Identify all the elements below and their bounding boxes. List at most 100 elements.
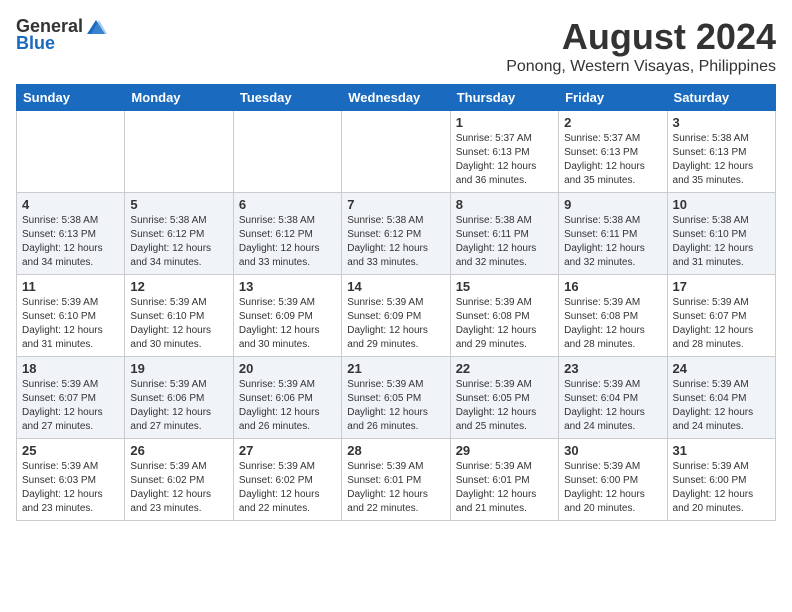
logo: General Blue bbox=[16, 16, 107, 54]
calendar-cell: 2 Sunrise: 5:37 AM Sunset: 6:13 PM Daylig… bbox=[559, 111, 667, 193]
calendar-cell: 3 Sunrise: 5:38 AM Sunset: 6:13 PM Daylig… bbox=[667, 111, 775, 193]
day-detail: Sunrise: 5:37 AM Sunset: 6:13 PM Dayligh… bbox=[564, 132, 661, 188]
calendar-header-saturday: Saturday bbox=[667, 85, 775, 111]
calendar-cell bbox=[125, 111, 233, 193]
calendar-cell: 16 Sunrise: 5:39 AM Sunset: 6:08 PM Dayli… bbox=[559, 275, 667, 357]
calendar-cell: 8 Sunrise: 5:38 AM Sunset: 6:11 PM Daylig… bbox=[450, 193, 558, 275]
calendar-cell: 25 Sunrise: 5:39 AM Sunset: 6:03 PM Dayli… bbox=[17, 439, 125, 521]
day-detail: Sunrise: 5:39 AM Sunset: 6:01 PM Dayligh… bbox=[347, 460, 444, 516]
calendar-cell: 1 Sunrise: 5:37 AM Sunset: 6:13 PM Daylig… bbox=[450, 111, 558, 193]
day-detail: Sunrise: 5:38 AM Sunset: 6:11 PM Dayligh… bbox=[456, 214, 553, 270]
calendar-cell: 27 Sunrise: 5:39 AM Sunset: 6:02 PM Dayli… bbox=[233, 439, 341, 521]
day-detail: Sunrise: 5:39 AM Sunset: 6:04 PM Dayligh… bbox=[673, 378, 770, 434]
month-title: August 2024 bbox=[506, 16, 776, 58]
day-number: 16 bbox=[564, 279, 661, 294]
day-detail: Sunrise: 5:38 AM Sunset: 6:12 PM Dayligh… bbox=[130, 214, 227, 270]
day-detail: Sunrise: 5:38 AM Sunset: 6:13 PM Dayligh… bbox=[673, 132, 770, 188]
day-number: 1 bbox=[456, 115, 553, 130]
calendar-cell: 4 Sunrise: 5:38 AM Sunset: 6:13 PM Daylig… bbox=[17, 193, 125, 275]
day-number: 28 bbox=[347, 443, 444, 458]
calendar-header-sunday: Sunday bbox=[17, 85, 125, 111]
day-detail: Sunrise: 5:39 AM Sunset: 6:10 PM Dayligh… bbox=[22, 296, 119, 352]
day-number: 8 bbox=[456, 197, 553, 212]
day-number: 31 bbox=[673, 443, 770, 458]
calendar-cell bbox=[17, 111, 125, 193]
day-number: 12 bbox=[130, 279, 227, 294]
day-number: 25 bbox=[22, 443, 119, 458]
day-number: 14 bbox=[347, 279, 444, 294]
day-number: 5 bbox=[130, 197, 227, 212]
day-detail: Sunrise: 5:39 AM Sunset: 6:02 PM Dayligh… bbox=[239, 460, 336, 516]
calendar-header-tuesday: Tuesday bbox=[233, 85, 341, 111]
logo-icon bbox=[85, 18, 107, 36]
day-detail: Sunrise: 5:37 AM Sunset: 6:13 PM Dayligh… bbox=[456, 132, 553, 188]
day-number: 23 bbox=[564, 361, 661, 376]
day-number: 26 bbox=[130, 443, 227, 458]
day-detail: Sunrise: 5:38 AM Sunset: 6:10 PM Dayligh… bbox=[673, 214, 770, 270]
calendar-cell: 7Sunrise: 5:38 AM Sunset: 6:12 PM Daylig… bbox=[342, 193, 450, 275]
day-detail: Sunrise: 5:39 AM Sunset: 6:09 PM Dayligh… bbox=[239, 296, 336, 352]
day-detail: Sunrise: 5:39 AM Sunset: 6:06 PM Dayligh… bbox=[239, 378, 336, 434]
calendar-cell: 24 Sunrise: 5:39 AM Sunset: 6:04 PM Dayli… bbox=[667, 357, 775, 439]
calendar: SundayMondayTuesdayWednesdayThursdayFrid… bbox=[16, 84, 776, 521]
day-number: 21 bbox=[347, 361, 444, 376]
day-number: 20 bbox=[239, 361, 336, 376]
calendar-cell: 22Sunrise: 5:39 AM Sunset: 6:05 PM Dayli… bbox=[450, 357, 558, 439]
calendar-cell: 14Sunrise: 5:39 AM Sunset: 6:09 PM Dayli… bbox=[342, 275, 450, 357]
calendar-cell: 19Sunrise: 5:39 AM Sunset: 6:06 PM Dayli… bbox=[125, 357, 233, 439]
day-number: 6 bbox=[239, 197, 336, 212]
day-number: 9 bbox=[564, 197, 661, 212]
day-detail: Sunrise: 5:38 AM Sunset: 6:13 PM Dayligh… bbox=[22, 214, 119, 270]
day-detail: Sunrise: 5:39 AM Sunset: 6:07 PM Dayligh… bbox=[22, 378, 119, 434]
calendar-cell: 15 Sunrise: 5:39 AM Sunset: 6:08 PM Dayli… bbox=[450, 275, 558, 357]
day-detail: Sunrise: 5:39 AM Sunset: 6:01 PM Dayligh… bbox=[456, 460, 553, 516]
title-area: August 2024 Ponong, Western Visayas, Phi… bbox=[506, 16, 776, 76]
calendar-week-row: 4 Sunrise: 5:38 AM Sunset: 6:13 PM Daylig… bbox=[17, 193, 776, 275]
calendar-cell: 23 Sunrise: 5:39 AM Sunset: 6:04 PM Dayli… bbox=[559, 357, 667, 439]
calendar-cell: 31 Sunrise: 5:39 AM Sunset: 6:00 PM Dayli… bbox=[667, 439, 775, 521]
calendar-cell: 20 Sunrise: 5:39 AM Sunset: 6:06 PM Dayli… bbox=[233, 357, 341, 439]
day-number: 11 bbox=[22, 279, 119, 294]
day-number: 10 bbox=[673, 197, 770, 212]
day-number: 29 bbox=[456, 443, 553, 458]
calendar-cell: 13Sunrise: 5:39 AM Sunset: 6:09 PM Dayli… bbox=[233, 275, 341, 357]
day-detail: Sunrise: 5:39 AM Sunset: 6:07 PM Dayligh… bbox=[673, 296, 770, 352]
day-number: 3 bbox=[673, 115, 770, 130]
calendar-header-monday: Monday bbox=[125, 85, 233, 111]
day-number: 24 bbox=[673, 361, 770, 376]
day-number: 2 bbox=[564, 115, 661, 130]
calendar-week-row: 25 Sunrise: 5:39 AM Sunset: 6:03 PM Dayli… bbox=[17, 439, 776, 521]
calendar-week-row: 18 Sunrise: 5:39 AM Sunset: 6:07 PM Dayli… bbox=[17, 357, 776, 439]
calendar-cell: 9 Sunrise: 5:38 AM Sunset: 6:11 PM Daylig… bbox=[559, 193, 667, 275]
calendar-cell bbox=[233, 111, 341, 193]
day-detail: Sunrise: 5:39 AM Sunset: 6:05 PM Dayligh… bbox=[347, 378, 444, 434]
day-number: 27 bbox=[239, 443, 336, 458]
day-detail: Sunrise: 5:39 AM Sunset: 6:08 PM Dayligh… bbox=[456, 296, 553, 352]
day-number: 17 bbox=[673, 279, 770, 294]
calendar-cell: 11 Sunrise: 5:39 AM Sunset: 6:10 PM Dayli… bbox=[17, 275, 125, 357]
day-detail: Sunrise: 5:39 AM Sunset: 6:03 PM Dayligh… bbox=[22, 460, 119, 516]
day-detail: Sunrise: 5:39 AM Sunset: 6:00 PM Dayligh… bbox=[564, 460, 661, 516]
day-detail: Sunrise: 5:39 AM Sunset: 6:00 PM Dayligh… bbox=[673, 460, 770, 516]
day-detail: Sunrise: 5:39 AM Sunset: 6:02 PM Dayligh… bbox=[130, 460, 227, 516]
day-number: 4 bbox=[22, 197, 119, 212]
calendar-week-row: 11 Sunrise: 5:39 AM Sunset: 6:10 PM Dayli… bbox=[17, 275, 776, 357]
calendar-header-wednesday: Wednesday bbox=[342, 85, 450, 111]
day-detail: Sunrise: 5:39 AM Sunset: 6:04 PM Dayligh… bbox=[564, 378, 661, 434]
calendar-cell: 6 Sunrise: 5:38 AM Sunset: 6:12 PM Daylig… bbox=[233, 193, 341, 275]
calendar-cell: 5 Sunrise: 5:38 AM Sunset: 6:12 PM Daylig… bbox=[125, 193, 233, 275]
day-number: 7 bbox=[347, 197, 444, 212]
day-detail: Sunrise: 5:38 AM Sunset: 6:11 PM Dayligh… bbox=[564, 214, 661, 270]
calendar-week-row: 1 Sunrise: 5:37 AM Sunset: 6:13 PM Daylig… bbox=[17, 111, 776, 193]
calendar-cell: 28 Sunrise: 5:39 AM Sunset: 6:01 PM Dayli… bbox=[342, 439, 450, 521]
calendar-cell bbox=[342, 111, 450, 193]
calendar-cell: 21 Sunrise: 5:39 AM Sunset: 6:05 PM Dayli… bbox=[342, 357, 450, 439]
day-detail: Sunrise: 5:39 AM Sunset: 6:06 PM Dayligh… bbox=[130, 378, 227, 434]
day-number: 18 bbox=[22, 361, 119, 376]
day-detail: Sunrise: 5:39 AM Sunset: 6:08 PM Dayligh… bbox=[564, 296, 661, 352]
day-number: 15 bbox=[456, 279, 553, 294]
day-number: 22 bbox=[456, 361, 553, 376]
day-detail: Sunrise: 5:38 AM Sunset: 6:12 PM Dayligh… bbox=[239, 214, 336, 270]
logo-blue-text: Blue bbox=[16, 33, 55, 54]
calendar-header-friday: Friday bbox=[559, 85, 667, 111]
